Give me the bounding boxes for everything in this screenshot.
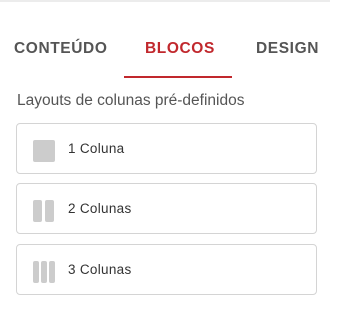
layout-option-1-column[interactable]: 1 Coluna xyxy=(16,123,317,174)
layout-option-3-columns[interactable]: 3 Colunas xyxy=(16,244,317,295)
layout-option-2-columns[interactable]: 2 Colunas xyxy=(16,183,317,234)
layout-option-label: 1 Coluna xyxy=(68,141,125,156)
tab-bar: CONTEÚDO BLOCOS DESIGN xyxy=(0,2,337,80)
active-tab-indicator xyxy=(124,76,232,78)
three-columns-icon xyxy=(33,261,55,283)
one-column-icon xyxy=(33,140,55,162)
section-title: Layouts de colunas pré-definidos xyxy=(17,92,245,109)
layout-option-label: 2 Colunas xyxy=(68,201,132,216)
tab-blocos[interactable]: BLOCOS xyxy=(145,40,215,58)
two-columns-icon xyxy=(33,200,55,222)
layout-option-label: 3 Colunas xyxy=(68,262,132,277)
tab-conteudo[interactable]: CONTEÚDO xyxy=(14,40,108,58)
tab-design[interactable]: DESIGN xyxy=(256,40,319,58)
